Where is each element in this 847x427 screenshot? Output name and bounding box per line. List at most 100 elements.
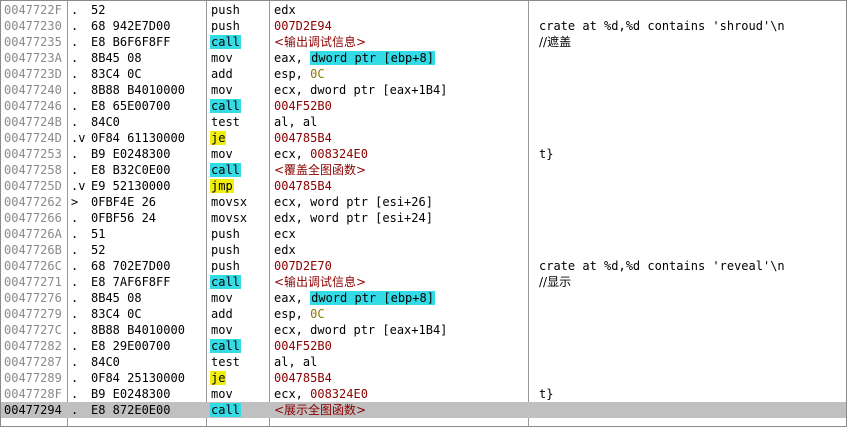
hex-dump-cell: 83C4 0C [91,67,142,81]
mnemonic-cell: push [210,226,270,242]
selected-instruction-row[interactable]: 00477294. E8 872E0E00 call <展示全图函数> [1,402,846,418]
address-cell: 0047724D [4,131,62,145]
instruction-row[interactable]: 00477287. 84C0 test al, al [1,354,846,370]
hex-dump-cell: B9 E0248300 [91,387,171,401]
instruction-row[interactable]: 00477240. 8B88 B4010000 mov ecx, dword ptr … [1,82,846,98]
jump-marker: . [71,35,79,49]
mnemonic-cell: mov [210,50,270,66]
hex-dump-cell: 8B88 B4010000 [91,323,185,337]
mnemonic: push [211,259,240,273]
comment-cell [539,370,844,386]
instruction-row[interactable]: 00477282. E8 29E00700 call 004F52B0 [1,338,846,354]
hex-dump-cell: 0FBF4E 26 [91,195,157,209]
instruction-row[interactable]: 00477258. E8 B32C0E00 call <覆盖全图函数> [1,162,846,178]
comment-cell: t} [539,147,554,161]
hex-dump-cell: E8 7AF6F8FF [91,275,171,289]
mnemonic-cell: push [210,18,270,34]
instruction-row[interactable]: 00477289. 0F84 25130000 je 004785B4 [1,370,846,386]
operands-cell: ecx, 008324E0 [274,386,529,402]
operands-cell: 004785B4 [274,370,529,386]
instruction-row[interactable]: 00477246. E8 65E00700 call 004F52B0 [1,98,846,114]
address-cell: 00477271 [4,275,62,289]
operand: eax, [274,51,311,65]
comment-cell [539,2,844,18]
instruction-row[interactable]: 0047727C. 8B88 B4010000 mov ecx, dword ptr … [1,322,846,338]
operand: 007D2E70 [274,259,332,273]
address-cell: 0047726C [4,259,62,273]
mnemonic-cell: test [210,114,270,130]
instruction-row[interactable]: 0047726C. 68 702E7D00 push 007D2E70 crate at… [1,258,846,274]
disassembly-pane[interactable]: 0047722F. 52 push edx 00477230. 68 942E7D00 pu… [0,0,847,427]
address-cell: 0047728F [4,387,62,401]
operands-cell: 004785B4 [274,178,529,194]
operands-cell: edx [274,242,529,258]
hex-dump-cell: 52 [91,243,106,257]
instruction-row[interactable]: 00477266. 0FBF56 24 movsx edx, word ptr [es… [1,210,846,226]
jump-marker: . [71,147,79,161]
address-cell: 00477246 [4,99,62,113]
hex-dump-cell: B9 E0248300 [91,147,171,161]
instruction-row[interactable]: 0047726A. 51 push ecx [1,226,846,242]
mnemonic-cell: test [210,354,270,370]
operand: al, al [274,355,318,369]
address-cell: 00477266 [4,211,62,225]
operand: 004F52B0 [274,339,332,353]
instruction-row[interactable]: 0047726B. 52 push edx [1,242,846,258]
operand: <输出调试信息> [274,275,367,289]
hex-dump-cell: 0F84 61130000 [91,131,185,145]
mnemonic: je [210,371,227,385]
comment-cell: //显示 [539,275,572,289]
instruction-row[interactable]: 0047722F. 52 push edx [1,2,846,18]
hex-dump-cell: 52 [91,3,106,17]
comment-cell [539,130,844,146]
instruction-row[interactable]: 0047724D .v 0F84 61130000 je 004785B4 [1,130,846,146]
operands-cell: <覆盖全图函数> [274,162,529,178]
hex-dump-cell: 8B45 08 [91,291,142,305]
hex-dump-cell: E9 52130000 [91,179,171,193]
mnemonic-cell: je [210,130,270,146]
address-cell: 00477235 [4,35,62,49]
jump-marker: . [71,403,79,417]
mnemonic: mov [211,291,233,305]
comment-cell [539,338,844,354]
instruction-row[interactable]: 0047723A. 8B45 08 mov eax, dword ptr [ebp+8… [1,50,846,66]
mnemonic: call [210,99,241,113]
mnemonic-cell: call [210,338,270,354]
jump-marker: . [71,99,79,113]
comment-cell [539,98,844,114]
instruction-row[interactable]: 00477279. 83C4 0C add esp, 0C [1,306,846,322]
jump-marker: . [71,291,79,305]
comment-cell [539,50,844,66]
operand: ecx [274,227,296,241]
jump-marker: . [71,371,79,385]
mnemonic-cell: mov [210,322,270,338]
instruction-row[interactable]: 00477253. B9 E0248300 mov ecx, 008324E0 t} [1,146,846,162]
jump-marker: . [71,67,79,81]
hex-dump-cell: E8 872E0E00 [91,403,171,417]
mnemonic: call [210,163,241,177]
comment-cell [539,306,844,322]
mnemonic: jmp [210,179,234,193]
operand: eax, [274,291,311,305]
instruction-row[interactable]: 0047723D. 83C4 0C add esp, 0C [1,66,846,82]
operand: ecx, [274,387,311,401]
mnemonic: je [210,131,227,145]
instruction-row[interactable]: 0047728F. B9 E0248300 mov ecx, 008324E0 t} [1,386,846,402]
instruction-row[interactable]: 00477230. 68 942E7D00 push 007D2E94 crate at… [1,18,846,34]
operands-cell: esp, 0C [274,306,529,322]
instruction-row[interactable]: 00477271. E8 7AF6F8FF call <输出调试信息> //显示 [1,274,846,290]
jump-marker: . [71,19,79,33]
instruction-row[interactable]: 0047724B. 84C0 test al, al [1,114,846,130]
operands-cell: <展示全图函数> [274,402,529,418]
instruction-row[interactable]: 00477262 >0FBF4E 26 movsx ecx, word ptr [es… [1,194,846,210]
operands-cell: eax, dword ptr [ebp+8] [274,290,529,306]
instruction-row[interactable]: 00477235. E8 B6F6F8FF call <输出调试信息> //遮盖 [1,34,846,50]
operands-cell: 007D2E70 [274,258,529,274]
comment-cell [539,226,844,242]
address-cell: 0047723D [4,67,62,81]
comment-cell [539,66,844,82]
instruction-row[interactable]: 00477276. 8B45 08 mov eax, dword ptr [ebp+8… [1,290,846,306]
address-cell: 00477230 [4,19,62,33]
operand: ecx, [274,147,311,161]
instruction-row[interactable]: 0047725D .v E9 52130000 jmp 004785B4 [1,178,846,194]
